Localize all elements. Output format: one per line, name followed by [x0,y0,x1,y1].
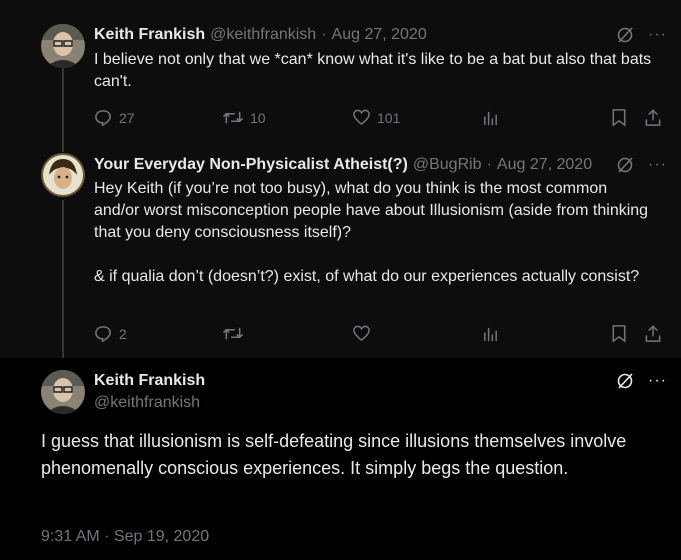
action-bar: 27 10 101 [94,108,664,130]
reply-button[interactable]: 2 [94,324,127,343]
bookmark-button[interactable] [610,324,628,343]
author-handle[interactable]: @BugRib [413,156,482,174]
tweet-date[interactable]: Aug 27, 2020 [332,26,427,44]
separator: · [486,156,492,173]
action-bar: 2 [94,324,664,346]
grok-icon[interactable] [616,26,634,44]
tweet-date[interactable]: Aug 27, 2020 [497,156,592,174]
reply-icon [95,110,111,127]
avatar[interactable] [41,370,85,414]
retweet-icon [222,327,244,340]
tweet-header: Keith Frankish @keithfrankish · Aug 27, … [94,26,427,44]
thread-line [62,200,64,358]
like-button[interactable]: 101 [352,108,400,127]
share-icon [645,109,661,126]
grok-icon[interactable] [616,372,634,390]
share-button[interactable] [644,108,662,127]
author-handle[interactable]: @keithfrankish [94,394,200,412]
tweet-header: Keith Frankish [94,372,205,390]
like-icon [353,325,370,342]
tweet-text: I guess that illusionism is self-defeati… [41,431,627,478]
grok-icon[interactable] [616,156,634,174]
separator: · [321,26,327,43]
tweet-2[interactable]: Your Everyday Non-Physicalist Atheist(?)… [0,140,681,358]
thread-line [62,140,64,152]
reply-count: 2 [119,325,127,342]
reply-count: 27 [119,109,135,126]
tweet-text: I believe not only that we *can* know wh… [94,51,652,90]
more-icon[interactable]: ··· [648,156,667,174]
retweet-icon [222,111,244,124]
like-icon [353,109,370,126]
reply-icon [95,326,111,343]
tweet-1[interactable]: Keith Frankish @keithfrankish · Aug 27, … [0,0,681,140]
bookmark-icon [612,109,626,127]
like-button[interactable] [352,324,371,343]
author-name[interactable]: Keith Frankish [94,26,205,44]
thread-line [62,68,64,140]
views-icon [484,111,497,126]
tweet-header: Your Everyday Non-Physicalist Atheist(?)… [94,156,592,174]
share-button[interactable] [644,324,662,343]
retweet-button[interactable] [222,324,244,343]
author-name[interactable]: Your Everyday Non-Physicalist Atheist(?) [94,156,408,174]
more-icon[interactable]: ··· [648,26,667,44]
avatar[interactable] [41,153,85,197]
more-icon[interactable]: ··· [648,372,667,390]
bookmark-icon [612,325,626,343]
views-icon [484,327,497,342]
tweet-text: Hey Keith (if you’re not too busy), what… [94,180,649,285]
tweet-timestamp[interactable]: 9:31 AM · Sep 19, 2020 [41,528,209,546]
retweet-button[interactable]: 10 [222,108,266,127]
bookmark-button[interactable] [610,108,628,127]
share-icon [645,325,661,342]
views-button[interactable] [481,324,500,343]
views-button[interactable] [481,108,500,127]
author-name[interactable]: Keith Frankish [94,372,205,390]
retweet-count: 10 [250,109,266,126]
like-count: 101 [377,109,401,126]
reply-button[interactable]: 27 [94,108,135,127]
avatar[interactable] [41,24,85,68]
author-handle[interactable]: @keithfrankish [210,26,316,44]
tweet-3-focused: Keith Frankish @keithfrankish ··· I gues… [0,358,681,560]
